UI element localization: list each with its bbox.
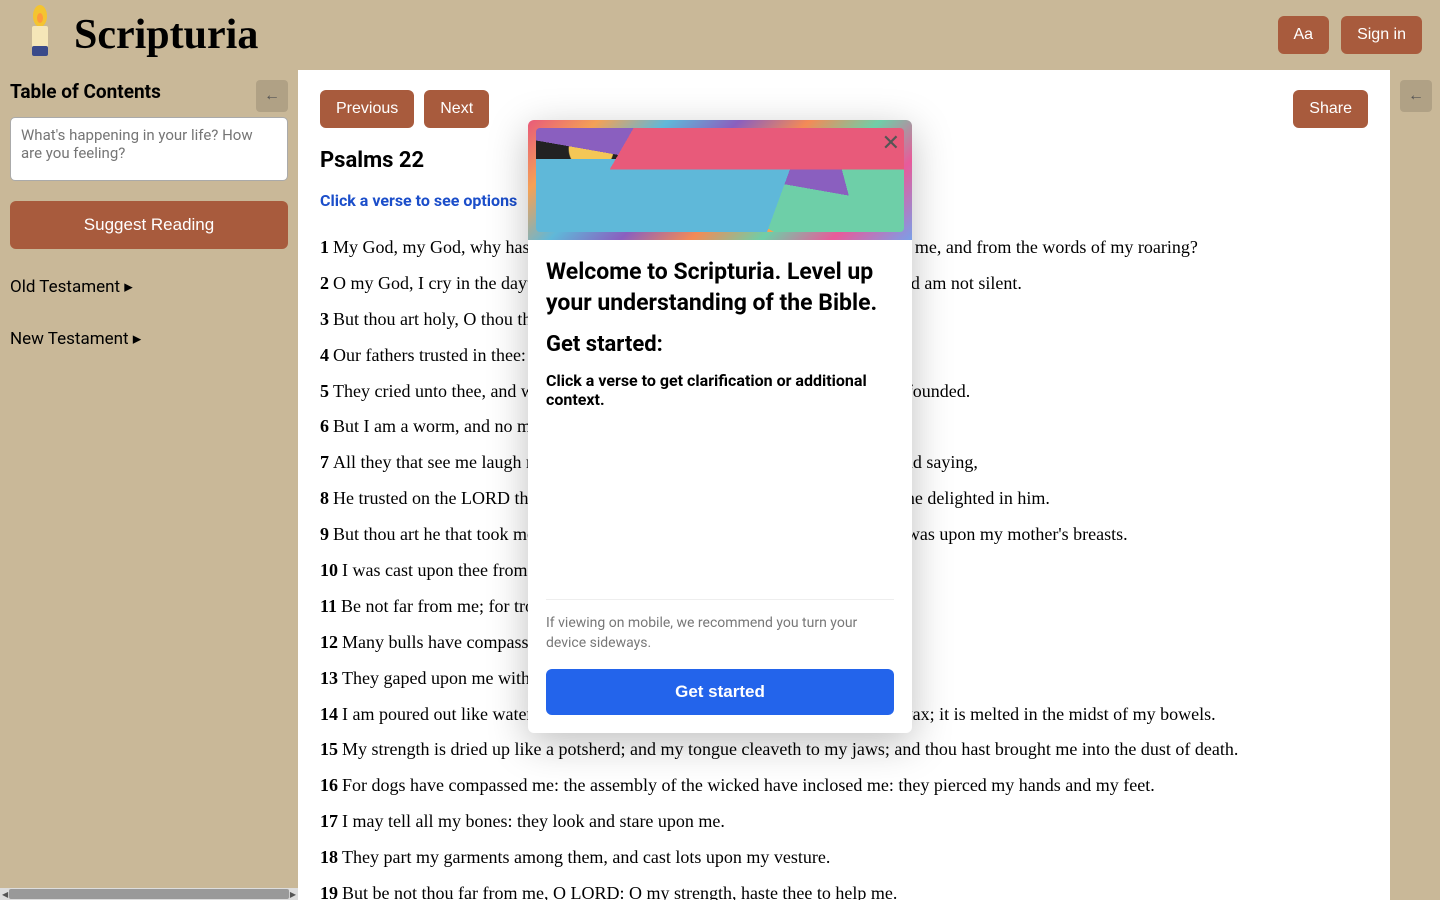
get-started-button[interactable]: Get started: [546, 669, 894, 715]
sidebar-h-scrollbar[interactable]: ◀ ▶: [0, 888, 298, 900]
verse-number: 7: [320, 452, 329, 472]
suggest-reading-button[interactable]: Suggest Reading: [10, 201, 288, 249]
verse-number: 16: [320, 775, 338, 795]
toc-title: Table of Contents: [10, 80, 288, 103]
verse-number: 13: [320, 668, 338, 688]
sidebar-item-old-testament[interactable]: Old Testament ▸: [10, 273, 288, 301]
next-button[interactable]: Next: [424, 90, 489, 128]
header-actions: Aa Sign in: [1278, 16, 1423, 54]
previous-button[interactable]: Previous: [320, 90, 414, 128]
verse-number: 17: [320, 811, 338, 831]
scrollbar-thumb[interactable]: [9, 889, 289, 899]
scroll-left-arrow-icon[interactable]: ◀: [2, 890, 8, 899]
modal-subheading: Get started:: [546, 332, 894, 357]
verse-number: 2: [320, 273, 329, 293]
verse[interactable]: 16For dogs have compassed me: the assemb…: [320, 772, 1368, 800]
verse[interactable]: 17I may tell all my bones: they look and…: [320, 808, 1368, 836]
right-rail: ←: [1390, 70, 1440, 900]
verse-number: 3: [320, 309, 329, 329]
verse-text: I may tell all my bones: they look and s…: [342, 811, 725, 831]
welcome-modal: ✕ Welcome to Scripturia. Level up your u…: [528, 120, 912, 733]
verse-number: 14: [320, 704, 338, 724]
verse-number: 18: [320, 847, 338, 867]
verse[interactable]: 18They part my garments among them, and …: [320, 844, 1368, 872]
candle-icon: [18, 4, 62, 66]
sidebar-item-new-testament[interactable]: New Testament ▸: [10, 325, 288, 353]
verse-number: 6: [320, 416, 329, 436]
modal-body: Welcome to Scripturia. Level up your und…: [528, 240, 912, 733]
verse-number: 9: [320, 524, 329, 544]
logo-group: Scripturia: [18, 4, 258, 66]
verse-text: But be not thou far from me, O LORD: O m…: [342, 883, 897, 900]
modal-mobile-note: If viewing on mobile, we recommend you t…: [546, 614, 894, 653]
right-collapse-button[interactable]: ←: [1400, 80, 1432, 112]
verse-number: 10: [320, 560, 338, 580]
modal-close-button[interactable]: ✕: [882, 130, 900, 156]
verse[interactable]: 19But be not thou far from me, O LORD: O…: [320, 880, 1368, 900]
brand-name: Scripturia: [74, 11, 258, 59]
font-size-button[interactable]: Aa: [1278, 16, 1330, 54]
modal-heading: Welcome to Scripturia. Level up your und…: [546, 256, 894, 318]
life-prompt-input[interactable]: [10, 117, 288, 181]
modal-divider: [546, 599, 894, 600]
verse-number: 1: [320, 237, 329, 257]
verse-text: For dogs have compassed me: the assembly…: [342, 775, 1155, 795]
sidebar: ← Table of Contents Suggest Reading Old …: [0, 70, 298, 900]
verse-number: 5: [320, 381, 329, 401]
modal-tip: Click a verse to get clarification or ad…: [546, 371, 894, 409]
verse-number: 4: [320, 345, 329, 365]
verse-number: 8: [320, 488, 329, 508]
verse-text: They part my garments among them, and ca…: [342, 847, 830, 867]
verse-text: My strength is dried up like a potsherd;…: [342, 739, 1238, 759]
verse-number: 15: [320, 739, 338, 759]
modal-hero-image: [528, 120, 912, 240]
app-header: Scripturia Aa Sign in: [0, 0, 1440, 70]
sidebar-collapse-button[interactable]: ←: [256, 80, 288, 112]
verse[interactable]: 15My strength is dried up like a potsher…: [320, 736, 1368, 764]
scroll-right-arrow-icon[interactable]: ▶: [290, 890, 296, 899]
stained-glass-icon: [536, 128, 904, 232]
verse-number: 12: [320, 632, 338, 652]
share-button[interactable]: Share: [1293, 90, 1368, 128]
verse-number: 19: [320, 883, 338, 900]
sign-in-button[interactable]: Sign in: [1341, 16, 1422, 54]
verse-number: 11: [320, 596, 337, 616]
